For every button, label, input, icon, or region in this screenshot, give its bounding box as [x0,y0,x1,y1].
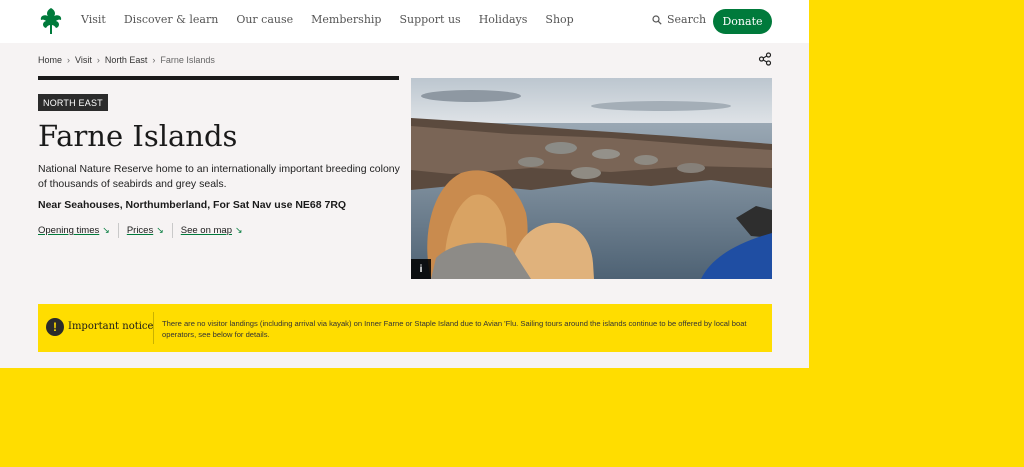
arrow-down-right-icon: ↘ [235,225,243,235]
chevron-right-icon: › [96,55,100,65]
region-tag: NORTH EAST [38,94,108,111]
notice-title: Important notice [68,321,154,332]
place-links: Opening times ↘ Prices ↘ See on map ↘ [38,223,243,238]
see-on-map-link[interactable]: See on map [181,225,232,236]
chevron-right-icon: › [67,55,71,65]
oak-leaf-logo-icon[interactable] [37,6,65,36]
exclamation-icon: ! [46,318,64,336]
nav-shop[interactable]: Shop [545,13,573,26]
breadcrumb-north-east[interactable]: North East [105,55,148,65]
search-button[interactable]: Search [652,13,706,26]
place-description: National Nature Reserve home to an inter… [38,163,400,190]
title-rule [38,76,399,80]
page-container: Visit Discover & learn Our cause Members… [0,0,809,368]
donate-button[interactable]: Donate [713,9,772,34]
opening-times-link[interactable]: Opening times [38,225,99,236]
nav-our-cause[interactable]: Our cause [236,13,293,26]
breadcrumb: Home › Visit › North East › Farne Island… [38,55,215,65]
search-label: Search [667,13,707,26]
notice-divider [153,312,154,344]
site-header: Visit Discover & learn Our cause Members… [0,0,809,43]
breadcrumb-current: Farne Islands [160,55,215,65]
nav-visit[interactable]: Visit [81,13,106,26]
share-icon[interactable] [758,52,772,66]
important-notice: ! Important notice There are no visitor … [38,304,772,352]
prices-label: Prices [126,225,154,236]
main-nav: Visit Discover & learn Our cause Members… [81,13,592,26]
arrow-down-right-icon: ↘ [102,225,110,235]
nav-support-us[interactable]: Support us [399,13,460,26]
page-title: Farne Islands [38,119,238,153]
place-address: Near Seahouses, Northumberland, For Sat … [38,199,347,211]
arrow-down-right-icon: ↘ [156,225,164,235]
nav-membership[interactable]: Membership [311,13,381,26]
nav-holidays[interactable]: Holidays [479,13,528,26]
opening-times-label: Opening times [38,225,100,236]
link-divider [171,223,173,238]
notice-text: There are no visitor landings (including… [162,319,747,339]
prices-link[interactable]: Prices [127,225,153,236]
photo-info-button[interactable]: i [411,259,431,279]
hero-photo [411,78,772,279]
breadcrumb-home[interactable]: Home [38,55,62,65]
nav-discover-learn[interactable]: Discover & learn [124,13,218,26]
chevron-right-icon: › [152,55,156,65]
search-icon [652,14,662,25]
see-on-map-label: See on map [180,225,232,236]
link-divider [117,223,119,238]
breadcrumb-visit[interactable]: Visit [75,55,92,65]
